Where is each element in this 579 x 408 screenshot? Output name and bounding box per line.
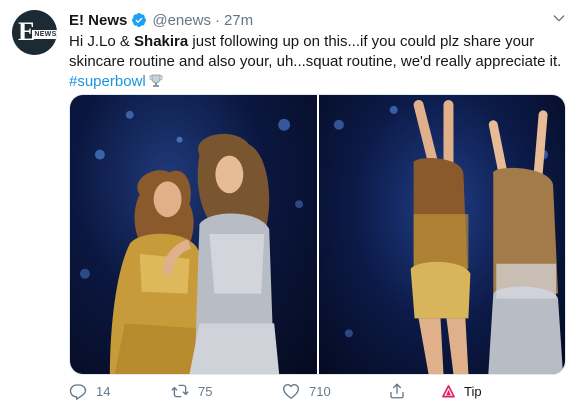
- photo-performers-dance[interactable]: [319, 95, 565, 374]
- avatar[interactable]: E NEWS: [12, 10, 57, 55]
- trophy-icon: [149, 74, 163, 87]
- retweet-icon: [171, 384, 189, 398]
- tweet-text: Hi J.Lo & Shakira just following up on t…: [69, 32, 569, 92]
- tweet-time[interactable]: 27m: [224, 12, 253, 29]
- like-count: 710: [309, 383, 331, 399]
- share-button[interactable]: [388, 382, 415, 400]
- enews-logo: E NEWS: [18, 19, 57, 45]
- like-button[interactable]: 710: [282, 382, 331, 400]
- tweet-actions: 14 75 710 Tip: [69, 381, 569, 401]
- heart-icon: [282, 384, 300, 399]
- tweet-text-part1: Hi J.Lo &: [69, 33, 135, 50]
- photo-performers-hug[interactable]: [70, 95, 317, 374]
- author-handle[interactable]: @enews: [152, 12, 211, 29]
- hashtag-link[interactable]: #superbowl: [69, 73, 146, 90]
- tip-icon: [442, 384, 455, 397]
- reply-icon: [69, 384, 87, 400]
- retweet-count: 75: [198, 383, 213, 399]
- tip-label: Tip: [464, 383, 482, 399]
- tip-button[interactable]: Tip: [442, 384, 482, 399]
- media-grid: [69, 94, 566, 375]
- retweet-button[interactable]: 75: [171, 382, 212, 400]
- photo-right-illustration: [333, 99, 564, 374]
- verified-badge-icon: [132, 13, 147, 27]
- reply-button[interactable]: 14: [69, 382, 110, 400]
- tweet-header: E! News @enews · 27m: [69, 10, 551, 30]
- mention-shakira: Shakira: [134, 33, 189, 50]
- chevron-down-icon[interactable]: [551, 10, 567, 26]
- avatar-logo-news: NEWS: [32, 29, 57, 39]
- author-name[interactable]: E! News: [69, 12, 127, 29]
- share-icon: [390, 383, 404, 399]
- reply-count: 14: [96, 383, 111, 399]
- header-separator: ·: [214, 11, 220, 29]
- photo-left-illustration: [79, 110, 304, 374]
